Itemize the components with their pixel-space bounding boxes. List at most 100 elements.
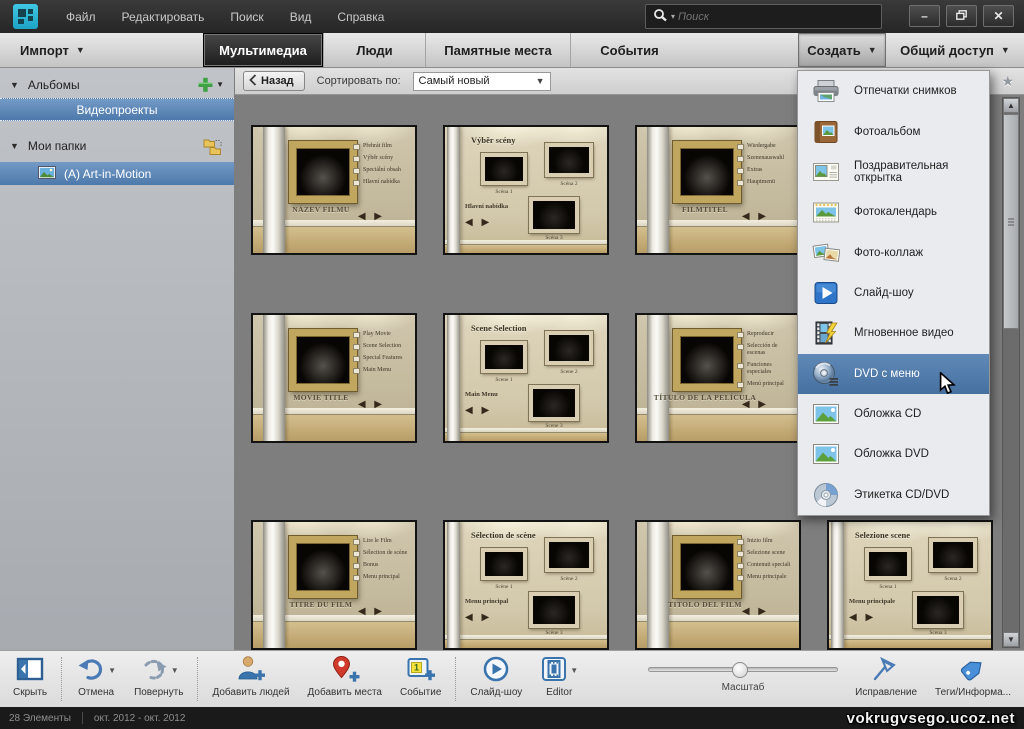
menubar-items: ФайлРедактироватьПоискВидСправка	[53, 0, 397, 33]
scroll-up-button[interactable]: ▲	[1003, 98, 1019, 113]
undo-icon	[76, 656, 106, 685]
action-tool-label: Скрыть	[13, 687, 47, 698]
folder-item-label: (A) Art-in-Motion	[64, 167, 151, 181]
tab-3[interactable]: Памятные места	[425, 33, 570, 67]
scene-label: Scena 1	[863, 584, 913, 590]
floor	[445, 245, 607, 253]
menu-items: Inizio filmSelezione sceneContenuti spec…	[737, 538, 795, 581]
scrollbar-thumb[interactable]	[1003, 114, 1019, 329]
minimize-button[interactable]: –	[909, 5, 940, 27]
sort-dropdown[interactable]: Самый новый▼	[413, 72, 551, 91]
action-tool[interactable]: ▼ Отмена	[67, 651, 125, 707]
action-tool-label: Событие	[400, 687, 441, 698]
create-menu-item[interactable]: Поздравительная открытка	[798, 152, 989, 192]
action-tool[interactable]: Добавить людей	[203, 651, 298, 707]
scroll-down-button[interactable]: ▼	[1003, 632, 1019, 647]
tool-group: Слайд-шоу▼Editor	[461, 651, 587, 707]
zoom-slider[interactable]	[648, 667, 838, 672]
template-thumbnail[interactable]: MOVIE TITLEPlay MovieScene SelectionSpec…	[251, 313, 417, 443]
template-thumbnail[interactable]: Sélection de scèneScène 1Scène 2Scène 3M…	[443, 520, 609, 650]
action-tool-label: Повернуть	[134, 687, 183, 698]
template-thumbnail[interactable]: Výběr scényScéna 1Scéna 2Scéna 3Hlavní n…	[443, 125, 609, 255]
scene-label: Scena 2	[928, 576, 978, 582]
photo-icon	[811, 440, 841, 468]
create-menu-item[interactable]: Фотокалендарь	[798, 192, 989, 232]
menu-items: WiedergabeSzenenauswahlExtrasHauptmenü	[737, 143, 795, 186]
template-thumbnail[interactable]: TITOLO DEL FILMInizio filmSelezione scen…	[635, 520, 801, 650]
manage-folders-icon[interactable]	[202, 137, 224, 156]
template-thumbnail[interactable]: FILMTITELWiedergabeSzenenauswahlExtrasHa…	[635, 125, 801, 255]
photo-icon	[811, 400, 841, 428]
ratings-star-icon[interactable]: ★	[1001, 73, 1014, 90]
chevron-down-icon[interactable]: ▼	[570, 666, 578, 675]
create-menu-item[interactable]: Фото-коллаж	[798, 232, 989, 272]
collapse-triangle-icon[interactable]: ▼	[10, 141, 19, 151]
create-menu-item[interactable]: Слайд-шоу	[798, 273, 989, 313]
picture-frame	[289, 536, 357, 598]
menu-item-label: Přehrát film	[353, 143, 411, 150]
action-tool[interactable]: ▼ Повернуть	[125, 651, 192, 707]
tab-1[interactable]: Мультимедиа	[203, 33, 323, 67]
nav-arrows-icon: ◀ ▶	[742, 606, 769, 617]
album-item[interactable]: Видеопроекты	[0, 98, 234, 121]
action-tool[interactable]: Исправление	[846, 651, 926, 707]
action-tool[interactable]: ▼Editor	[531, 651, 587, 707]
create-menu-item[interactable]: Отпечатки снимков	[798, 71, 989, 111]
tab-2[interactable]: Люди	[323, 33, 425, 67]
template-thumbnail[interactable]: TITRE DU FILMLire le FilmSélection de sc…	[251, 520, 417, 650]
share-button[interactable]: Общий доступ▼	[886, 33, 1024, 67]
menubar-item[interactable]: Справка	[324, 0, 397, 33]
menu-item-label: Reproducir	[737, 331, 795, 338]
scene-frame	[865, 548, 911, 580]
tabs: МультимедиаЛюдиПамятные местаСобытия	[203, 33, 688, 67]
albums-header[interactable]: ▼ Альбомы ▼	[0, 72, 234, 98]
menu-item-label: Sélection de scène	[353, 550, 411, 557]
create-menu-item-label: Фотоальбом	[854, 126, 920, 138]
menubar-item[interactable]: Файл	[53, 0, 109, 33]
search-scope-caret-icon[interactable]: ▾	[671, 12, 675, 21]
action-tool[interactable]: Слайд-шоу	[461, 651, 531, 707]
close-button[interactable]: ✕	[983, 5, 1014, 27]
menu-item-label: Speciální obsah	[353, 167, 411, 174]
template-thumbnail[interactable]: TÍTULO DE LA PELÍCULAReproducirSelección…	[635, 313, 801, 443]
search-box[interactable]: ▾	[645, 4, 882, 29]
action-tool[interactable]: Теги/Информа...	[926, 651, 1020, 707]
action-tool[interactable]: 1Событие	[391, 651, 450, 707]
template-thumbnail[interactable]: Selezione sceneScena 1Scena 2Scena 3Menu…	[827, 520, 993, 650]
action-tool-label: Отмена	[78, 687, 114, 698]
create-menu-item[interactable]: Мгновенное видео	[798, 313, 989, 353]
menubar-item[interactable]: Редактировать	[109, 0, 218, 33]
template-thumbnail[interactable]: Scene SelectionScene 1Scene 2Scene 3Main…	[443, 313, 609, 443]
template-thumbnail[interactable]: NÁZEV FILMUPřehrát filmVýběr scénySpeciá…	[251, 125, 417, 255]
tab-4[interactable]: События	[570, 33, 688, 67]
action-tool[interactable]: Добавить места	[299, 651, 391, 707]
separator	[197, 657, 198, 701]
create-menu-item[interactable]: Обложка DVD	[798, 434, 989, 474]
action-tool[interactable]: Скрыть	[4, 651, 56, 707]
zoom-slider-handle[interactable]	[732, 662, 748, 678]
chevron-down-icon[interactable]: ▼	[108, 666, 116, 675]
create-menu-item-label: Отпечатки снимков	[854, 85, 957, 97]
search-input[interactable]	[678, 11, 848, 23]
restore-button[interactable]	[946, 5, 977, 27]
grid-scrollbar[interactable]: ▲ ▼	[1002, 97, 1020, 648]
back-button[interactable]: Назад	[243, 71, 305, 91]
create-menu-item[interactable]: Фотоальбом	[798, 111, 989, 151]
import-button[interactable]: Импорт▼	[0, 33, 203, 67]
chevron-down-icon[interactable]: ▼	[171, 666, 179, 675]
folder-item[interactable]: (A) Art-in-Motion	[0, 162, 234, 185]
create-menu-item[interactable]: Этикетка CD/DVD	[798, 475, 989, 515]
collapse-triangle-icon[interactable]: ▼	[10, 80, 19, 90]
create-menu-item[interactable]: DVD с меню	[798, 354, 989, 394]
sort-label: Сортировать по:	[317, 75, 401, 87]
close-icon: ✕	[993, 10, 1003, 22]
add-album-button[interactable]: ▼	[197, 76, 224, 93]
create-menu-item-label: Обложка CD	[854, 408, 921, 420]
menubar-item[interactable]: Вид	[277, 0, 325, 33]
folders-header[interactable]: ▼ Мои папки	[0, 133, 234, 159]
app-logo-icon	[13, 4, 38, 29]
menubar-item[interactable]: Поиск	[217, 0, 276, 33]
create-menu-item[interactable]: Обложка CD	[798, 394, 989, 434]
create-button[interactable]: Создать▼	[798, 33, 886, 67]
tool-group: ▼ Отмена ▼ Повернуть	[67, 651, 192, 707]
